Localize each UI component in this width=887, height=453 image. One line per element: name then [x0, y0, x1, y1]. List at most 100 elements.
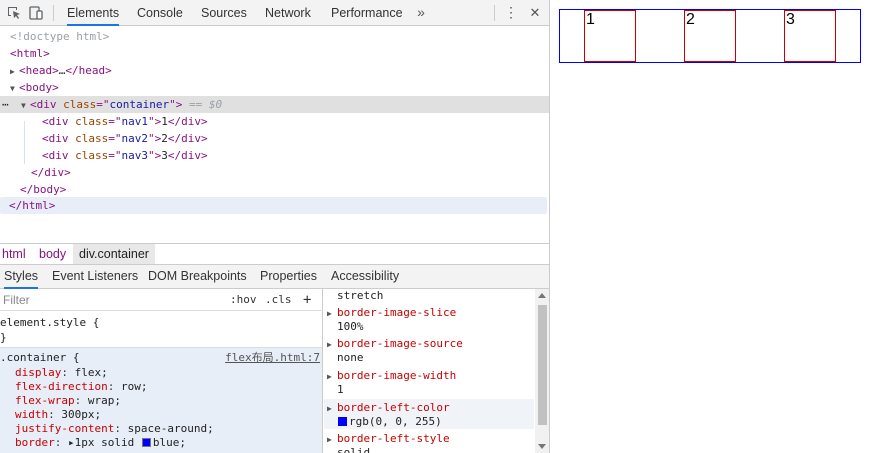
- tab-network[interactable]: Network: [265, 0, 311, 26]
- declaration-flex-wrap[interactable]: flex-wrap: wrap;: [15, 394, 121, 408]
- declaration-display[interactable]: display: flex;: [15, 366, 108, 380]
- tab-sources[interactable]: Sources: [201, 0, 247, 26]
- dom-body-close[interactable]: </body>: [0, 181, 549, 198]
- dom-div-close[interactable]: </div>: [0, 164, 549, 181]
- computed-prop-border-image-width[interactable]: border-image-width: [337, 369, 456, 383]
- styles-filter-input[interactable]: [0, 291, 220, 309]
- expand-arrow-icon[interactable]: ▶: [327, 307, 335, 321]
- new-style-rule-button[interactable]: +: [303, 292, 311, 308]
- prop-value[interactable]: row;: [121, 380, 148, 393]
- dom-tree: <!doctype html> <html> ▶ <head>…</head> ▼…: [0, 27, 549, 243]
- prop-value[interactable]: flex;: [75, 366, 108, 379]
- inspect-element-icon[interactable]: [6, 5, 22, 21]
- computed-pane: stretch ▶ border-image-slice 100% ▶ bord…: [324, 289, 549, 453]
- container-attr-name: class: [63, 98, 97, 111]
- declaration-justify-content[interactable]: justify-content: space-around;: [15, 422, 214, 436]
- color-swatch-icon[interactable]: [338, 417, 347, 426]
- computed-prop-border-left-style[interactable]: border-left-style: [337, 432, 450, 446]
- declaration-border[interactable]: border: ▸1px solid blue;: [15, 436, 186, 450]
- dom-nav3-row[interactable]: <div class="nav3">3</div>: [0, 147, 549, 164]
- dom-head[interactable]: ▶ <head>…</head>: [0, 62, 549, 80]
- tab-performance[interactable]: Performance: [331, 0, 403, 26]
- expand-arrow-icon[interactable]: ▶: [327, 338, 335, 352]
- doctype-text: <!doctype html>: [10, 30, 110, 43]
- head-close-tag: </head>: [65, 64, 112, 77]
- prop-value-color[interactable]: blue;: [153, 436, 186, 449]
- breadcrumb-body[interactable]: body: [39, 244, 66, 264]
- prop-value[interactable]: 300px;: [61, 408, 101, 421]
- nav1-text: 1: [161, 115, 168, 128]
- collapse-arrow-icon[interactable]: ▼: [10, 80, 19, 97]
- nav-box-1: 1: [584, 10, 636, 62]
- scroll-down-arrow-icon[interactable]: [538, 444, 546, 449]
- computed-val-border-image-width: 1: [337, 383, 344, 397]
- expand-arrow-icon[interactable]: ▶: [327, 433, 335, 447]
- row-options-icon[interactable]: ⋯: [2, 96, 21, 113]
- customize-menu-button[interactable]: ⋮: [503, 0, 519, 26]
- nav2-close-tag-name: div: [181, 132, 201, 145]
- declaration-flex-direction[interactable]: flex-direction: row;: [15, 380, 147, 394]
- declaration-width[interactable]: width: 300px;: [15, 408, 101, 422]
- dom-html-open[interactable]: <html>: [0, 45, 549, 62]
- dom-html-close[interactable]: </html>: [0, 197, 547, 214]
- prop-name: width: [15, 408, 49, 421]
- dom-container-row[interactable]: ⋯ ▼ <div class="container"> == $0: [0, 96, 549, 114]
- device-toolbar-icon[interactable]: [28, 5, 44, 21]
- devtools-panel: Elements Console Sources Network Perform…: [0, 0, 550, 453]
- prop-value[interactable]: wrap;: [88, 394, 121, 407]
- tab-styles[interactable]: Styles: [4, 265, 39, 289]
- computed-prop-border-image-source[interactable]: border-image-source: [337, 337, 463, 351]
- prop-name: flex-direction: [15, 380, 108, 393]
- tab-properties[interactable]: Properties: [260, 265, 317, 289]
- scrollbar-thumb[interactable]: [538, 305, 547, 425]
- collapse-arrow-icon[interactable]: ▼: [21, 97, 30, 114]
- container-rule-selector[interactable]: .container {: [0, 351, 79, 365]
- nav3-tag-name: div: [48, 149, 69, 162]
- nav3-attr-name: class: [75, 149, 109, 162]
- styles-pane: :hov .cls + element.style { } .container…: [0, 289, 323, 453]
- computed-val-border-image-source: none: [337, 351, 364, 365]
- computed-scrollbar[interactable]: [535, 289, 549, 453]
- scroll-up-arrow-icon[interactable]: [538, 293, 546, 298]
- styles-subtabs: Styles Event Listeners DOM Breakpoints P…: [0, 265, 549, 289]
- class-toggle-button[interactable]: .cls: [265, 292, 292, 308]
- expand-arrow-icon[interactable]: ▶: [327, 370, 335, 384]
- color-swatch-icon[interactable]: [141, 438, 151, 447]
- dom-nav1-row[interactable]: <div class="nav1">1</div>: [0, 113, 549, 130]
- prop-value[interactable]: space-around;: [128, 422, 214, 435]
- computed-val-border-left-color: rgb(0, 0, 255): [337, 415, 442, 429]
- nav2-tag-name: div: [48, 132, 69, 145]
- rule-source-link[interactable]: flex布局.html:7: [225, 351, 320, 365]
- tab-dom-breakpoints[interactable]: DOM Breakpoints: [148, 265, 247, 289]
- computed-prop-name: border-left-color: [337, 401, 450, 414]
- toolbar-divider: [53, 5, 54, 21]
- dom-nav2-row[interactable]: <div class="nav2">2</div>: [0, 130, 549, 147]
- dom-body-open[interactable]: ▼ <body>: [0, 79, 549, 97]
- breadcrumb-html[interactable]: html: [2, 244, 26, 264]
- expand-arrow-icon[interactable]: ▶: [327, 402, 335, 416]
- computed-value: rgb(0, 0, 255): [349, 415, 442, 428]
- nav2-text: 2: [161, 132, 168, 145]
- expand-arrow-icon[interactable]: ▶: [10, 63, 19, 80]
- tab-console[interactable]: Console: [137, 0, 183, 26]
- tab-elements[interactable]: Elements: [67, 0, 120, 26]
- hover-state-button[interactable]: :hov: [230, 292, 257, 308]
- computed-prop-border-image-slice[interactable]: border-image-slice: [337, 306, 456, 320]
- nav-box-2: 2: [684, 10, 736, 62]
- selected-node-marker: == $0: [182, 98, 223, 111]
- breadcrumb-div-container[interactable]: div.container: [73, 244, 155, 264]
- dom-doctype[interactable]: <!doctype html>: [0, 28, 549, 45]
- prop-value-shorthand[interactable]: ▸1px solid: [68, 436, 141, 449]
- tab-accessibility[interactable]: Accessibility: [331, 265, 399, 289]
- nav1-attr-value: nav1: [121, 115, 149, 128]
- more-tabs-button[interactable]: »: [413, 0, 429, 26]
- element-style-selector[interactable]: element.style {: [0, 316, 99, 330]
- computed-value: 1: [337, 383, 344, 396]
- nav1-tag-name: div: [48, 115, 69, 128]
- tab-event-listeners[interactable]: Event Listeners: [52, 265, 138, 289]
- prop-name: flex-wrap: [15, 394, 75, 407]
- close-devtools-button[interactable]: ✕: [527, 0, 543, 26]
- computed-prop-name: border-left-style: [337, 432, 450, 445]
- element-style-close-brace: }: [0, 331, 7, 344]
- computed-prop-border-left-color[interactable]: border-left-color: [337, 401, 450, 415]
